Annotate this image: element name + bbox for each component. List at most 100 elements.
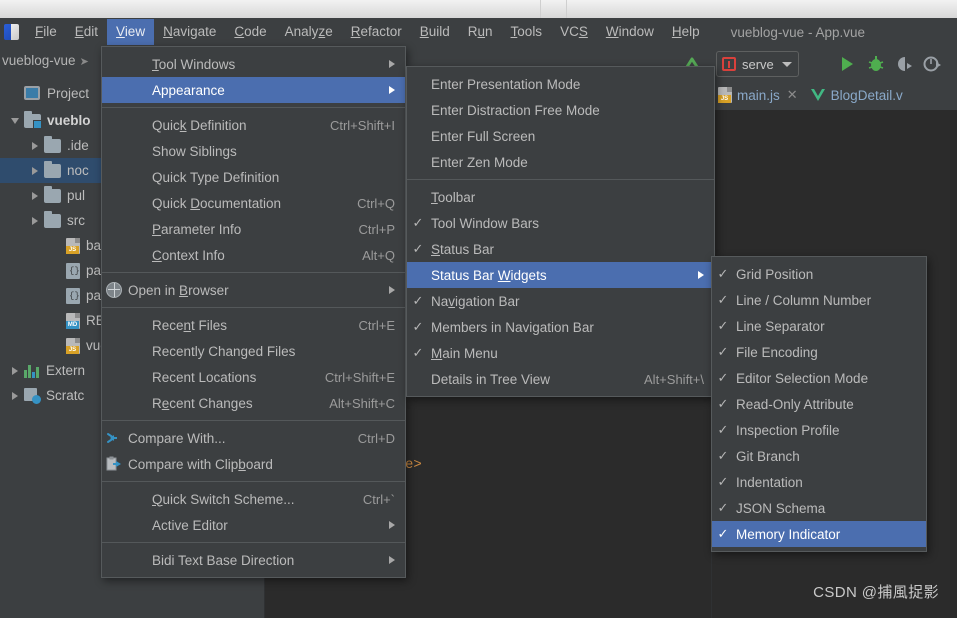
menu-item-parameter-info[interactable]: Parameter Info Ctrl+P (102, 216, 405, 242)
menu-item-show-siblings[interactable]: Show Siblings (102, 138, 405, 164)
menu-item-file-encoding[interactable]: ✓ File Encoding (712, 339, 926, 365)
menu-item-shortcut: Ctrl+E (358, 317, 395, 333)
menu-item-main-menu[interactable]: ✓ Main Menu (407, 340, 714, 366)
menu-item-toolbar[interactable]: Toolbar (407, 184, 714, 210)
folder-icon (44, 185, 61, 203)
tree-node-label: vueblo (47, 113, 91, 128)
menubar-item-file[interactable]: File (26, 19, 66, 45)
checkmark-icon: ✓ (717, 396, 729, 411)
menu-item-quick-switch-scheme[interactable]: Quick Switch Scheme... Ctrl+` (102, 486, 405, 512)
menu-item-open-in-browser[interactable]: Open in Browser (102, 277, 405, 303)
menu-separator (102, 481, 405, 482)
run-button[interactable] (838, 54, 858, 74)
menu-item-bidi-text-base-direction[interactable]: Bidi Text Base Direction (102, 547, 405, 573)
menu-item-active-editor[interactable]: Active Editor (102, 512, 405, 538)
run-configuration-selector[interactable]: serve (716, 51, 799, 77)
menubar-item-navigate[interactable]: Navigate (154, 19, 225, 45)
expand-triangle-icon[interactable] (8, 366, 22, 375)
compare-icon (102, 431, 126, 445)
globe-icon (102, 282, 126, 298)
menubar-item-edit[interactable]: Edit (66, 19, 107, 45)
scratches-icon (24, 388, 41, 404)
menu-item-label: Enter Zen Mode (431, 154, 528, 170)
menu-item-git-branch[interactable]: ✓ Git Branch (712, 443, 926, 469)
menubar-item-run[interactable]: Run (459, 19, 502, 45)
editor-tab-main-js[interactable]: JS main.js ✕ (712, 80, 804, 110)
menu-separator (102, 542, 405, 543)
expand-triangle-icon[interactable] (28, 166, 42, 175)
menu-item-recent-locations[interactable]: Recent Locations Ctrl+Shift+E (102, 364, 405, 390)
menu-separator (102, 307, 405, 308)
menubar-item-window[interactable]: Window (597, 19, 663, 45)
menu-item-navigation-bar[interactable]: ✓ Navigation Bar (407, 288, 714, 314)
menu-item-enter-full-screen[interactable]: Enter Full Screen (407, 123, 714, 149)
menu-item-line-column-number[interactable]: ✓ Line / Column Number (712, 287, 926, 313)
menu-item-tool-window-bars[interactable]: ✓ Tool Window Bars (407, 210, 714, 236)
menu-item-label: Navigation Bar (431, 293, 520, 309)
menu-item-recent-changes[interactable]: Recent Changes Alt+Shift+C (102, 390, 405, 416)
menu-item-status-bar-widgets[interactable]: Status Bar Widgets (407, 262, 714, 288)
editor-tab-blogdetail-vue[interactable]: BlogDetail.v (804, 80, 909, 110)
menubar-item-tools[interactable]: Tools (502, 19, 552, 45)
menu-item-memory-indicator[interactable]: ✓ Memory Indicator (712, 521, 926, 547)
menu-item-compare-with-clipboard[interactable]: Compare with Clipboard (102, 451, 405, 477)
menu-item-line-separator[interactable]: ✓ Line Separator (712, 313, 926, 339)
menu-item-appearance[interactable]: Appearance (102, 77, 405, 103)
checkmark-icon: ✓ (717, 500, 729, 515)
menu-item-context-info[interactable]: Context Info Alt+Q (102, 242, 405, 268)
menubar-item-view[interactable]: View (107, 19, 155, 45)
menu-item-label: Grid Position (736, 266, 814, 282)
expand-triangle-icon[interactable] (28, 141, 42, 150)
menu-item-quick-type-definition[interactable]: Quick Type Definition (102, 164, 405, 190)
checkmark-icon: ✓ (717, 344, 729, 359)
menu-item-enter-zen-mode[interactable]: Enter Zen Mode (407, 149, 714, 175)
menubar-item-vcs[interactable]: VCS (551, 19, 597, 45)
menu-item-label: Main Menu (431, 345, 498, 361)
expand-triangle-icon[interactable] (8, 391, 22, 400)
ide-window: File Edit View Navigate Code Analyze Refactor B… (0, 0, 957, 618)
profile-button[interactable] (922, 54, 942, 74)
breadcrumb[interactable]: vueblog-vue ➤ (2, 53, 89, 68)
menu-item-enter-distraction-free-mode[interactable]: Enter Distraction Free Mode (407, 97, 714, 123)
menu-item-quick-definition[interactable]: Quick Definition Ctrl+Shift+I (102, 112, 405, 138)
menu-item-label: Quick Type Definition (152, 169, 280, 185)
expand-triangle-icon[interactable] (28, 216, 42, 225)
menu-item-details-in-tree-view[interactable]: Details in Tree View Alt+Shift+\ (407, 366, 714, 392)
checkmark-icon: ✓ (717, 370, 729, 385)
debug-button[interactable] (866, 54, 886, 74)
submenu-arrow-icon (389, 286, 396, 294)
menu-item-recently-changed-files[interactable]: Recently Changed Files (102, 338, 405, 364)
menu-item-json-schema[interactable]: ✓ JSON Schema (712, 495, 926, 521)
close-icon[interactable]: ✕ (787, 87, 798, 103)
expand-triangle-icon[interactable] (28, 191, 42, 200)
menubar-item-code[interactable]: Code (225, 19, 275, 45)
menubar-item-help[interactable]: Help (663, 19, 709, 45)
menu-item-inspection-profile[interactable]: ✓ Inspection Profile (712, 417, 926, 443)
collapse-triangle-icon[interactable] (8, 117, 22, 124)
js-file-icon: JS (66, 337, 80, 354)
project-icon (24, 86, 40, 100)
code-fragment: e> (405, 457, 422, 473)
menu-item-status-bar[interactable]: ✓ Status Bar (407, 236, 714, 262)
menu-item-indentation[interactable]: ✓ Indentation (712, 469, 926, 495)
checkmark-icon: ✓ (717, 292, 729, 307)
coverage-button[interactable] (894, 54, 914, 74)
menu-item-editor-selection-mode[interactable]: ✓ Editor Selection Mode (712, 365, 926, 391)
menu-item-tool-windows[interactable]: Tool Windows (102, 51, 405, 77)
menu-item-members-in-navigation-bar[interactable]: ✓ Members in Navigation Bar (407, 314, 714, 340)
submenu-arrow-icon (389, 60, 395, 68)
menubar-item-build[interactable]: Build (411, 19, 459, 45)
menubar-item-refactor[interactable]: Refactor (342, 19, 411, 45)
menu-item-label: Open in Browser (128, 282, 229, 298)
submenu-arrow-icon (698, 271, 705, 279)
menu-item-compare-with[interactable]: Compare With... Ctrl+D (102, 425, 405, 451)
editor-tab-label: main.js (737, 87, 780, 103)
menu-item-recent-files[interactable]: Recent Files Ctrl+E (102, 312, 405, 338)
menu-item-grid-position[interactable]: ✓ Grid Position (712, 261, 926, 287)
menu-item-quick-documentation[interactable]: Quick Documentation Ctrl+Q (102, 190, 405, 216)
menu-item-read-only-attribute[interactable]: ✓ Read-Only Attribute (712, 391, 926, 417)
menu-item-enter-presentation-mode[interactable]: Enter Presentation Mode (407, 71, 714, 97)
folder-icon (44, 160, 61, 178)
menu-item-label: Members in Navigation Bar (431, 319, 594, 335)
menubar-item-analyze[interactable]: Analyze (276, 19, 342, 45)
